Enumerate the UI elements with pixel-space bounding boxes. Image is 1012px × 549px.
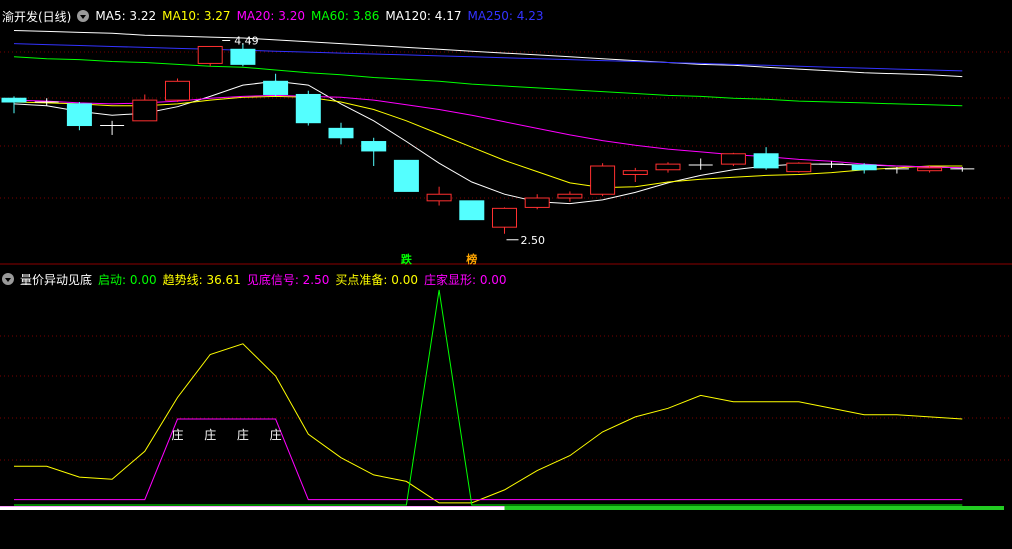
ma-line-ma120 <box>13 30 963 78</box>
candle-body <box>230 48 256 65</box>
candle-body <box>328 127 354 139</box>
signal-marker: 跌 <box>401 252 413 266</box>
candle-body <box>786 162 812 173</box>
candle-body <box>459 200 485 221</box>
candle-body <box>132 99 158 122</box>
candle-body <box>165 80 190 101</box>
zhuang-label: 庄 <box>171 427 183 442</box>
candle-body <box>655 163 681 171</box>
ma-line-ma250 <box>13 43 963 72</box>
base-bar-green <box>504 506 1004 510</box>
zhuang-label: 庄 <box>270 427 282 442</box>
high-price-label: 4.49 <box>234 34 259 47</box>
signal-marker: 榜 <box>466 252 477 266</box>
candle-body <box>1 97 27 103</box>
candle-body <box>851 164 877 171</box>
indicator-line-启动 <box>14 289 963 506</box>
zhuang-label: 庄 <box>204 427 216 442</box>
candle-body <box>753 153 779 169</box>
candle-body <box>426 193 452 202</box>
candle-body <box>197 45 223 64</box>
candle-body <box>263 80 289 95</box>
candle-body <box>557 193 583 199</box>
candle-body <box>524 197 550 208</box>
candle-body <box>917 167 943 172</box>
candle-body <box>622 170 648 175</box>
stock-chart[interactable]: 4.49 2.50 跌 榜庄 庄 庄 庄 <box>0 0 1012 549</box>
low-price-label: 2.50 <box>521 234 546 247</box>
candle-body <box>590 165 616 195</box>
base-bar-pink <box>0 506 505 507</box>
candle-body <box>66 103 92 127</box>
indicator-line-见底信号 <box>14 418 963 501</box>
indicator-line-趋势线 <box>14 343 963 504</box>
candle-body <box>361 141 387 152</box>
candle-body <box>492 207 517 228</box>
zhuang-label: 庄 <box>237 427 249 442</box>
candle-body <box>295 93 321 124</box>
candle-body <box>720 153 746 165</box>
candle-body <box>393 159 419 192</box>
